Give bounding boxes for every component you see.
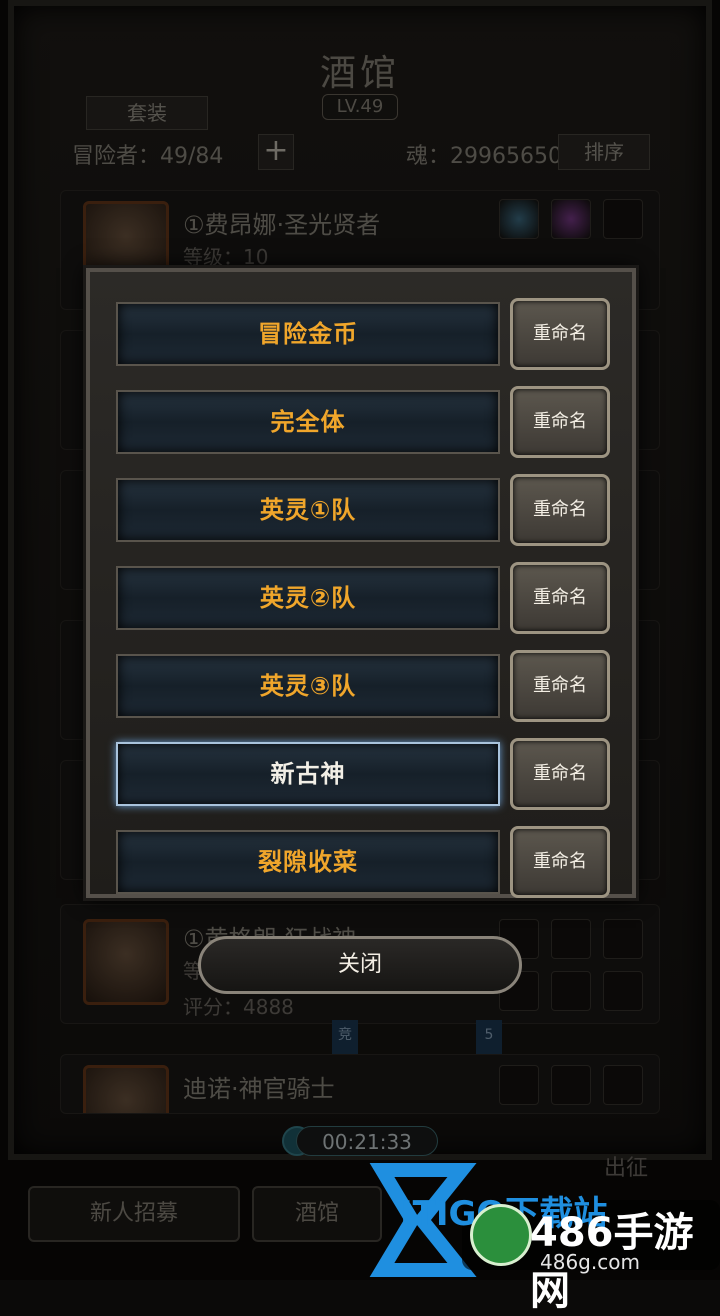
watermark-domain: 486g.com	[540, 1250, 640, 1274]
team-select-button[interactable]: 英灵②队	[116, 566, 500, 630]
team-select-button[interactable]: 英灵①队	[116, 478, 500, 542]
team-rename-dialog: 冒险金币 重命名 完全体 重命名 英灵①队 重命名 英灵②队 重命名 英灵③队 …	[86, 268, 636, 898]
rename-button[interactable]: 重命名	[510, 738, 610, 810]
rename-button[interactable]: 重命名	[510, 386, 610, 458]
team-row: 英灵②队 重命名	[116, 562, 610, 634]
team-select-button[interactable]: 冒险金币	[116, 302, 500, 366]
rename-button[interactable]: 重命名	[510, 562, 610, 634]
rename-button[interactable]: 重命名	[510, 650, 610, 722]
watermark-circle-icon	[470, 1204, 532, 1266]
team-select-button[interactable]: 英灵③队	[116, 654, 500, 718]
team-row: 裂隙收菜 重命名	[116, 826, 610, 898]
team-row: 冒险金币 重命名	[116, 298, 610, 370]
rename-button[interactable]: 重命名	[510, 298, 610, 370]
close-button[interactable]: 关闭	[198, 936, 522, 994]
rename-button[interactable]: 重命名	[510, 826, 610, 898]
team-row: 英灵③队 重命名	[116, 650, 610, 722]
team-row: 英灵①队 重命名	[116, 474, 610, 546]
rename-button[interactable]: 重命名	[510, 474, 610, 546]
team-select-button[interactable]: 裂隙收菜	[116, 830, 500, 894]
team-row: 新古神 重命名	[116, 738, 610, 810]
team-select-button-selected[interactable]: 新古神	[116, 742, 500, 806]
team-row: 完全体 重命名	[116, 386, 610, 458]
team-select-button[interactable]: 完全体	[116, 390, 500, 454]
